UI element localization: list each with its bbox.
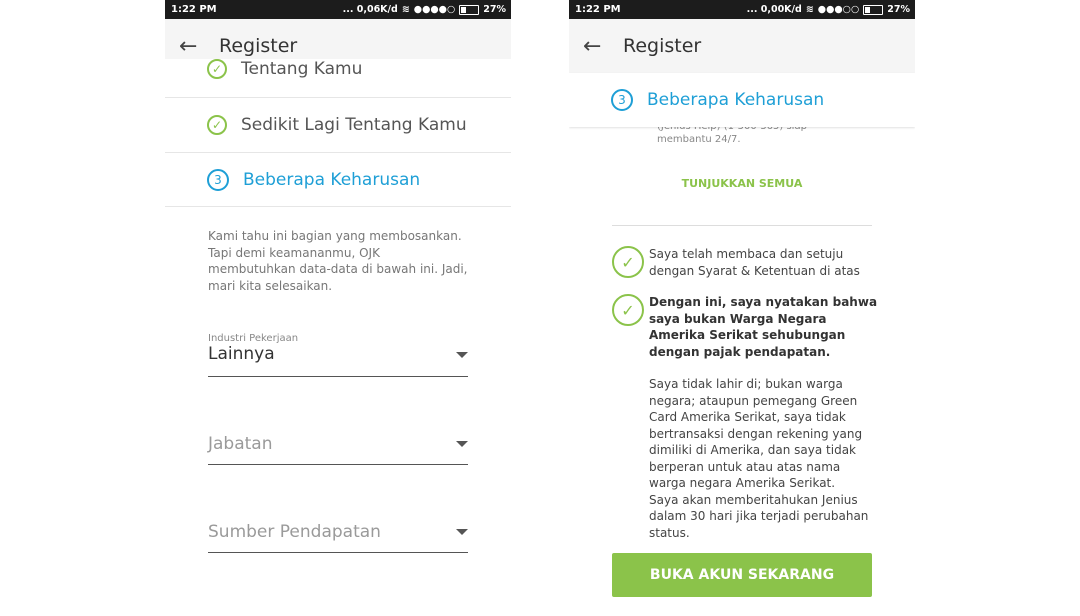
step-beberapa-keharusan[interactable]: 3 Beberapa Keharusan xyxy=(165,153,511,207)
check-icon: ✓ xyxy=(612,246,644,278)
check-icon: ✓ xyxy=(207,59,227,79)
status-time: 1:22 PM xyxy=(171,4,217,15)
status-bar: 1:22 PM ... 0,06K/d ≋ ●●●●○ 27% xyxy=(165,0,511,19)
register-screen-left: 1:22 PM ... 0,06K/d ≋ ●●●●○ 27% ← Regist… xyxy=(165,0,511,616)
field-placeholder: Jabatan xyxy=(208,434,273,454)
check-icon: ✓ xyxy=(207,115,227,135)
agree-terms-checkbox[interactable]: ✓ Saya telah membaca dan setuju dengan S… xyxy=(612,246,879,279)
status-right: ... 0,00K/d ≋ ●●●○○ 27% xyxy=(747,4,910,15)
wifi-icon: ≋ xyxy=(805,4,814,15)
network-speed: ... 0,00K/d xyxy=(746,4,802,15)
network-speed: ... 0,06K/d xyxy=(342,4,398,15)
step-label: Sedikit Lagi Tentang Kamu xyxy=(241,115,467,135)
field-label: Industri Pekerjaan xyxy=(208,333,299,344)
status-bar: 1:22 PM ... 0,00K/d ≋ ●●●○○ 27% xyxy=(569,0,915,19)
intro-text: Kami tahu ini bagian yang membosankan. T… xyxy=(208,229,468,293)
app-bar: ← Register xyxy=(569,19,915,73)
sumber-pendapatan-select[interactable]: Sumber Pendapatan xyxy=(208,522,468,553)
step-tentang-kamu[interactable]: ✓ Tentang Kamu xyxy=(165,59,511,98)
page-title: Register xyxy=(219,35,298,57)
back-arrow-icon[interactable]: ← xyxy=(583,34,623,59)
dropdown-caret-icon xyxy=(456,529,468,535)
non-us-citizen-checkbox[interactable]: ✓ Dengan ini, saya nyatakan bahwa saya b… xyxy=(612,294,879,541)
battery-level: 27% xyxy=(483,4,506,15)
battery-level: 27% xyxy=(887,4,910,15)
check-icon: ✓ xyxy=(612,294,644,326)
dropdown-caret-icon xyxy=(456,441,468,447)
battery-icon xyxy=(459,4,480,15)
battery-icon xyxy=(863,4,884,15)
status-time: 1:22 PM xyxy=(575,4,621,15)
open-account-button[interactable]: BUKA AKUN SEKARANG xyxy=(612,553,872,597)
industri-pekerjaan-select[interactable]: Industri Pekerjaan Lainnya xyxy=(208,333,468,377)
status-right: ... 0,06K/d ≋ ●●●●○ 27% xyxy=(343,4,506,15)
jabatan-select[interactable]: Jabatan xyxy=(208,434,468,465)
register-screen-right: 1:22 PM ... 0,00K/d ≋ ●●●○○ 27% ← Regist… xyxy=(569,0,915,616)
field-value: Lainnya xyxy=(208,344,275,364)
show-all-link[interactable]: TUNJUKKAN SEMUA xyxy=(569,177,915,190)
step-label: Beberapa Keharusan xyxy=(243,169,421,190)
page-title: Register xyxy=(623,35,702,57)
non-us-citizen-statement: Dengan ini, saya nyatakan bahwa saya buk… xyxy=(649,295,878,359)
step-number: 3 xyxy=(207,168,229,191)
non-us-citizen-label: Dengan ini, saya nyatakan bahwa saya buk… xyxy=(649,294,879,541)
field-placeholder: Sumber Pendapatan xyxy=(208,522,381,542)
agree-terms-label: Saya telah membaca dan setuju dengan Sya… xyxy=(649,247,860,278)
back-arrow-icon[interactable]: ← xyxy=(179,34,219,59)
step-number: 3 xyxy=(611,89,633,111)
step-beberapa-keharusan[interactable]: 3 Beberapa Keharusan xyxy=(569,73,915,127)
non-us-citizen-notice: Saya akan memberitahukan Jenius dalam 30… xyxy=(649,492,869,540)
signal-icon: ●●●○○ xyxy=(817,4,860,15)
step-label: Tentang Kamu xyxy=(241,59,363,79)
step-sedikit-lagi[interactable]: ✓ Sedikit Lagi Tentang Kamu xyxy=(165,98,511,153)
wifi-icon: ≋ xyxy=(401,4,410,15)
non-us-citizen-detail: Saya tidak lahir di; bukan warga negara;… xyxy=(649,377,863,490)
step-label: Beberapa Keharusan xyxy=(647,90,825,110)
dropdown-caret-icon xyxy=(456,352,468,358)
divider xyxy=(612,225,872,226)
signal-icon: ●●●●○ xyxy=(413,4,456,15)
